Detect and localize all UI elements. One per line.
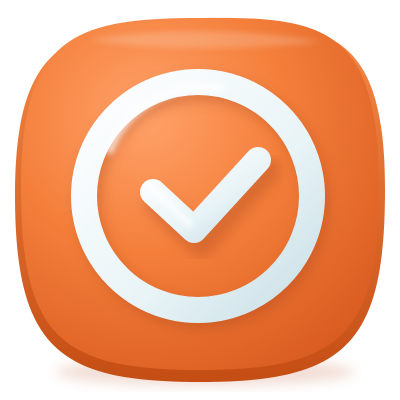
check-circle-app-icon (15, 17, 385, 386)
app-icon-canvas (0, 0, 400, 400)
